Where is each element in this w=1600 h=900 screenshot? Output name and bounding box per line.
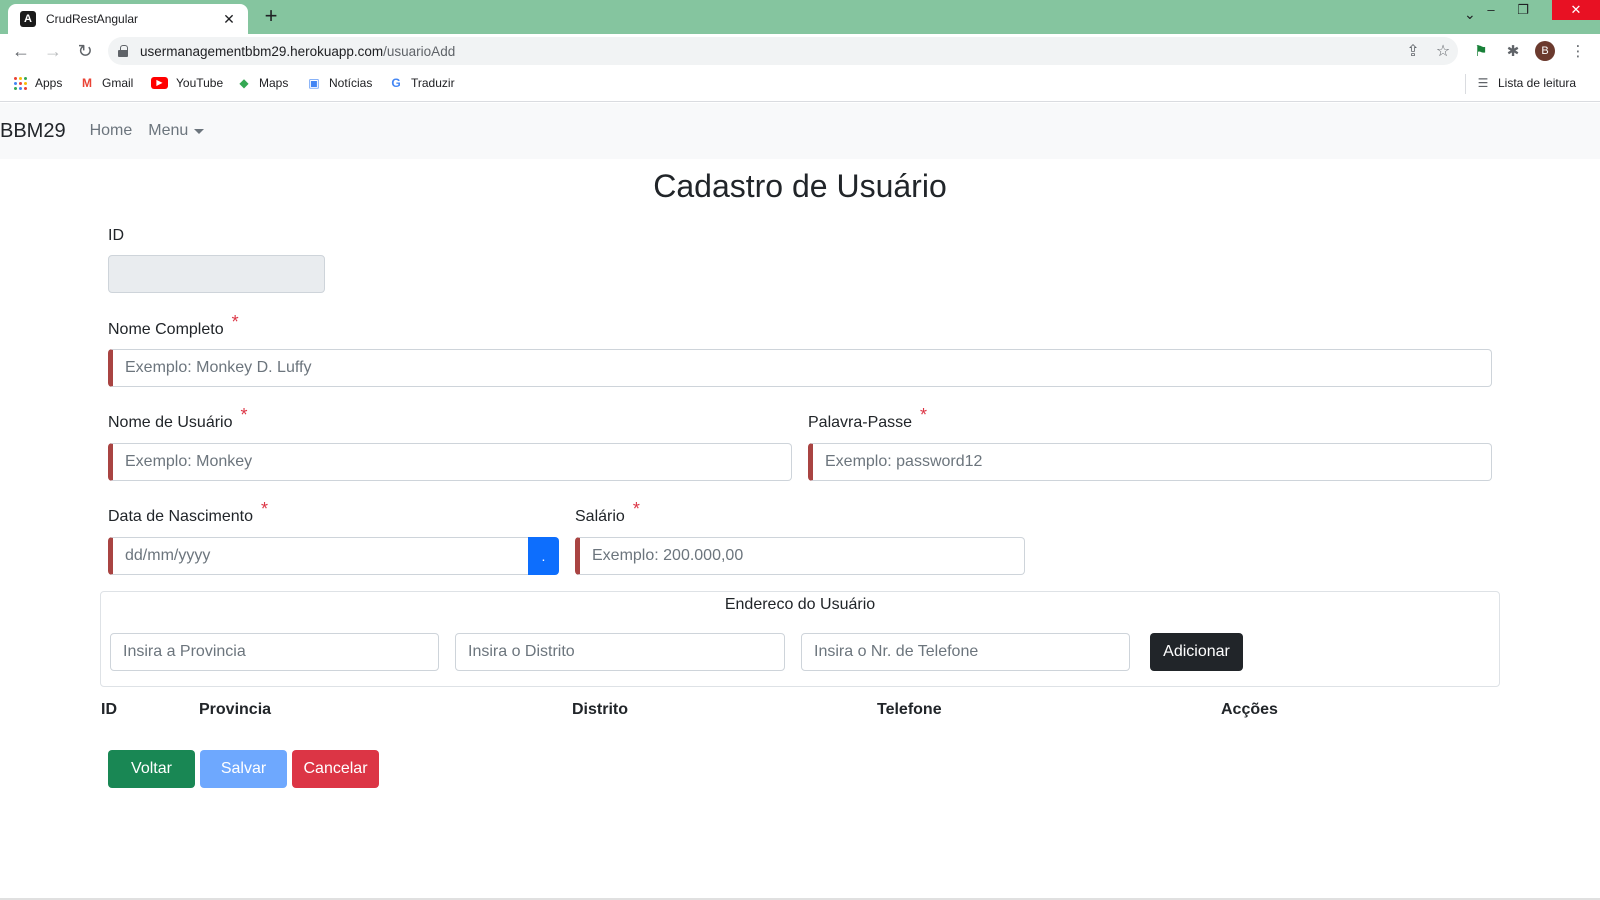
bookmarks-divider (1465, 74, 1466, 94)
maps-icon: ◆ (239, 76, 249, 90)
youtube-icon: ▶ (151, 77, 168, 89)
required-asterisk: * (260, 499, 268, 519)
add-address-button[interactable]: Adicionar (1150, 633, 1243, 671)
bookmarks-bar: Apps M Gmail ▶ YouTube ◆ Maps ▣ Notícias… (0, 68, 1600, 102)
browser-toolbar: ← → ↻ usermanagementbbm29.herokuapp.com/… (0, 34, 1600, 68)
id-label: ID (108, 227, 124, 244)
nome-usuario-label: Nome de Usuário * (108, 405, 248, 431)
reading-list-icon: ☰ (1477, 76, 1489, 90)
palavra-passe-input[interactable] (808, 443, 1492, 481)
forward-icon[interactable]: → (40, 38, 66, 64)
bookmark-apps[interactable]: Apps (14, 76, 62, 90)
flag-extension-icon[interactable]: ⚑ (1471, 42, 1491, 62)
share-icon[interactable]: ⇪ (1398, 41, 1428, 61)
gmail-icon: M (82, 76, 92, 90)
bookmark-star-icon[interactable]: ☆ (1428, 41, 1458, 61)
table-header-telefone: Telefone (877, 701, 942, 718)
data-nascimento-input[interactable] (108, 537, 530, 575)
required-asterisk: * (240, 405, 248, 425)
url-text: usermanagementbbm29.herokuapp.com/usuari… (140, 43, 456, 59)
bookmark-gmail[interactable]: M Gmail (80, 76, 133, 90)
nav-home-link[interactable]: Home (90, 122, 133, 140)
data-nascimento-label: Data de Nascimento * (108, 499, 268, 525)
date-picker-button[interactable]: . (528, 537, 559, 575)
nav-menu-dropdown[interactable]: Menu (148, 122, 205, 140)
salario-label: Salário * (575, 499, 640, 525)
angular-icon: A (20, 11, 36, 27)
restore-icon[interactable]: ❐ (1508, 0, 1538, 22)
address-legend: Endereco do Usuário (724, 596, 876, 613)
salvar-button[interactable]: Salvar (200, 750, 287, 788)
close-tab-icon[interactable]: ✕ (220, 11, 238, 28)
table-header-id: ID (101, 701, 117, 718)
telefone-input[interactable] (801, 633, 1130, 671)
palavra-passe-label: Palavra-Passe * (808, 405, 928, 431)
bookmark-youtube[interactable]: ▶ YouTube (151, 76, 223, 90)
table-header-provincia: Provincia (199, 701, 272, 718)
app-navbar: BBM29 Home Menu (0, 103, 1600, 159)
provincia-input[interactable] (110, 633, 439, 671)
nome-completo-input[interactable] (108, 349, 1492, 387)
salario-input[interactable] (575, 537, 1025, 575)
navbar-brand[interactable]: BBM29 (0, 120, 66, 143)
news-icon: ▣ (308, 76, 320, 90)
bookmark-maps[interactable]: ◆ Maps (237, 76, 288, 90)
nome-usuario-input[interactable] (108, 443, 792, 481)
tab-title: CrudRestAngular (46, 12, 139, 26)
id-field[interactable] (108, 255, 325, 293)
required-asterisk: * (632, 499, 640, 519)
distrito-input[interactable] (455, 633, 785, 671)
table-header-accoes: Acções (1221, 701, 1278, 718)
chevron-down-icon[interactable]: ⌄ (1464, 6, 1476, 23)
address-bar[interactable]: usermanagementbbm29.herokuapp.com/usuari… (108, 37, 1458, 65)
new-tab-button[interactable]: + (258, 4, 284, 30)
bookmark-traduzir[interactable]: G Traduzir (389, 76, 454, 90)
more-menu-icon[interactable]: ⋮ (1568, 42, 1588, 62)
back-icon[interactable]: ← (8, 38, 34, 64)
reload-icon[interactable]: ↻ (72, 38, 98, 64)
avatar[interactable]: B (1535, 41, 1555, 61)
browser-tab-bar: A CrudRestAngular ✕ + ⌄ – ❐ ✕ (0, 0, 1600, 34)
bookmark-noticias[interactable]: ▣ Notícias (307, 76, 372, 90)
minimize-icon[interactable]: – (1476, 0, 1506, 22)
reading-list-button[interactable]: ☰ Lista de leitura (1476, 76, 1576, 90)
translate-icon: G (391, 76, 401, 90)
required-asterisk: * (231, 312, 239, 332)
browser-tab[interactable]: A CrudRestAngular ✕ (8, 4, 248, 34)
page-title: Cadastro de Usuário (653, 168, 947, 204)
voltar-button[interactable]: Voltar (108, 750, 195, 788)
table-header-distrito: Distrito (572, 701, 628, 718)
cancelar-button[interactable]: Cancelar (292, 750, 379, 788)
nome-completo-label: Nome Completo * (108, 312, 239, 338)
apps-grid-icon (14, 76, 27, 90)
lock-icon (118, 45, 128, 57)
close-window-icon[interactable]: ✕ (1552, 0, 1600, 20)
caret-down-icon (194, 128, 205, 134)
required-asterisk: * (920, 405, 928, 425)
puzzle-extensions-icon[interactable]: ✱ (1503, 42, 1523, 62)
